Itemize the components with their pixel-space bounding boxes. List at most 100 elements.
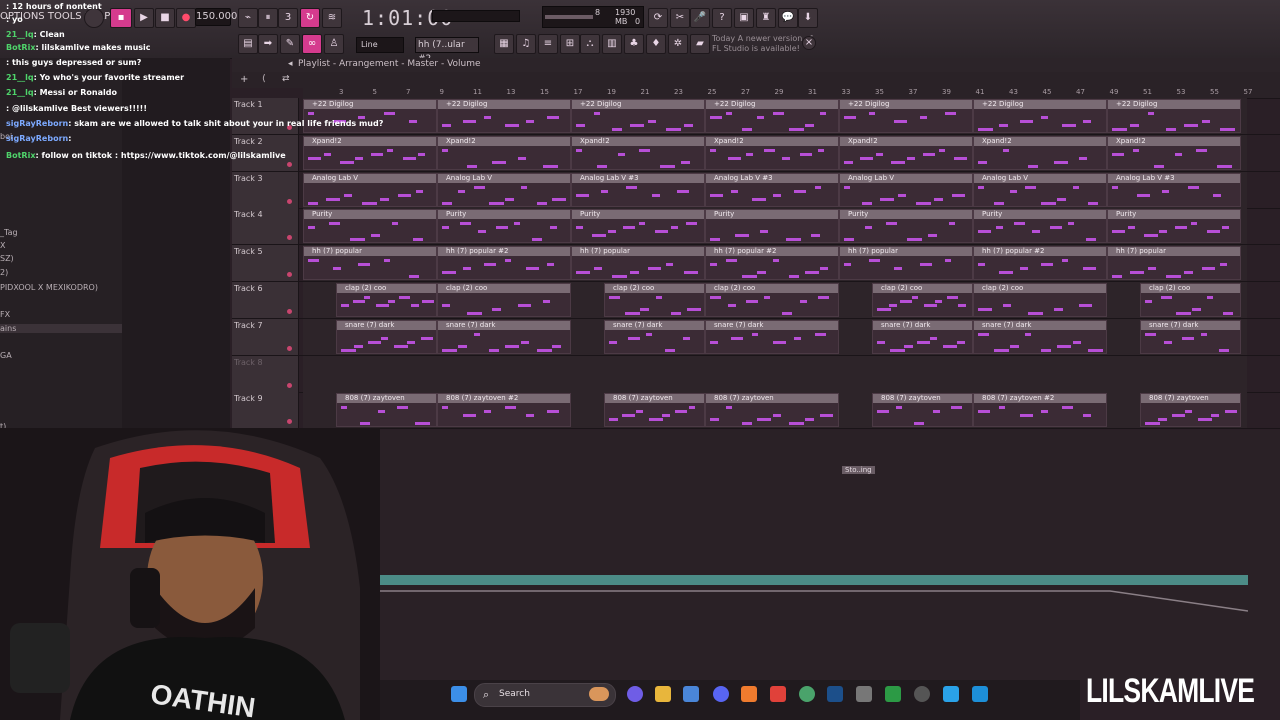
track-lane[interactable]: 808 (7) zaytoven 808 (7) zaytoven #2 808 (…	[303, 392, 1247, 429]
browser-item[interactable]: GA	[0, 351, 12, 360]
mixer-icon[interactable]: ≡	[538, 34, 558, 54]
pattern-clip[interactable]: snare (7) dark	[437, 319, 571, 354]
windows-start-icon[interactable]	[451, 686, 467, 702]
pattern-clip[interactable]: Xpand!2	[973, 135, 1107, 170]
browser-item[interactable]: 2)	[0, 268, 8, 277]
discord-icon[interactable]	[713, 686, 729, 702]
pattern-clip[interactable]: 808 (7) zaytoven #2	[973, 393, 1107, 428]
pattern-clip[interactable]: 808 (7) zaytoven	[604, 393, 705, 428]
piano-roll-icon[interactable]: ♫	[516, 34, 536, 54]
pattern-clip[interactable]: Xpand!2	[1107, 135, 1241, 170]
pattern-clip[interactable]: Purity	[303, 209, 437, 244]
tempo-tapper-icon[interactable]: ♦	[646, 34, 666, 54]
track-row[interactable]: Track 3 Analog Lab V Analog Lab V Analog La…	[232, 171, 1280, 209]
browser-item[interactable]: ains	[0, 324, 122, 333]
4k-app-icon[interactable]	[914, 686, 930, 702]
pattern-clip[interactable]: clap (2) coo	[705, 283, 839, 317]
chrome-icon[interactable]	[799, 686, 815, 702]
app-icon-green[interactable]	[885, 686, 901, 702]
track-row[interactable]: Track 6 clap (2) coo clap (2) coo clap (2) …	[232, 282, 1280, 319]
track-mute-indicator[interactable]	[287, 419, 292, 425]
bug-icon[interactable]: ✲	[668, 34, 688, 54]
pattern-clip[interactable]: 808 (7) zaytoven	[872, 393, 973, 428]
track-lane[interactable]: hh (7) popular hh (7) popular #2 hh (7) po…	[303, 245, 1247, 282]
automation-clip-bar[interactable]	[370, 575, 1248, 585]
stamp-icon[interactable]: ♙	[324, 34, 344, 54]
pattern-clip[interactable]: Purity	[1107, 209, 1241, 244]
track-row[interactable]: Track 7 snare (7) dark snare (7) dark snare…	[232, 318, 1280, 356]
steam-icon[interactable]	[827, 686, 843, 702]
track-header[interactable]: Track 6	[232, 282, 299, 318]
browser-item[interactable]: SZ)	[0, 254, 14, 263]
pattern-clip[interactable]: +22 Digilog	[839, 99, 973, 133]
track-mute-indicator[interactable]	[287, 235, 292, 241]
save-icon[interactable]: ▣	[734, 8, 754, 28]
track-lane[interactable]: snare (7) dark snare (7) dark snare (7) da…	[303, 318, 1247, 355]
browser-icon[interactable]: ⛬	[580, 34, 600, 54]
pattern-clip[interactable]: Xpand!2	[571, 135, 705, 170]
pattern-clip[interactable]: Purity	[839, 209, 973, 244]
track-lane[interactable]: Purity Purity Purity Purity Purity Purity Puri…	[303, 208, 1247, 245]
keyboard-app-icon[interactable]	[856, 686, 872, 702]
plugin-icon[interactable]: ♜	[756, 8, 776, 28]
pattern-clip[interactable]: clap (2) coo	[336, 283, 437, 317]
typing-keyboard-icon[interactable]: ▰	[690, 34, 710, 54]
track-row[interactable]: Track 9 808 (7) zaytoven 808 (7) zaytoven …	[232, 392, 1280, 430]
pattern-clip[interactable]: 808 (7) zaytoven	[336, 393, 437, 428]
track-lane[interactable]: Xpand!2 Xpand!2 Xpand!2 Xpand!2 Xpand!2 Xpand…	[303, 134, 1247, 171]
mic-icon[interactable]: 🎤	[690, 8, 710, 28]
pattern-clip[interactable]: clap (2) coo	[973, 283, 1107, 317]
pattern-clip[interactable]: +22 Digilog	[437, 99, 571, 133]
notepad-icon[interactable]	[943, 686, 959, 702]
pattern-clip[interactable]: snare (7) dark	[604, 319, 705, 354]
track-header[interactable]: Track 9	[232, 392, 299, 429]
taskbar-search[interactable]: ⌕ Search	[474, 683, 616, 707]
pattern-clip[interactable]: Xpand!2	[705, 135, 839, 170]
pattern-clip[interactable]: Analog Lab V #3	[571, 172, 705, 207]
pattern-clip[interactable]: 808 (7) zaytoven	[1140, 393, 1241, 428]
brave-icon[interactable]	[770, 686, 786, 702]
track-lane[interactable]: Analog Lab V Analog Lab V Analog Lab V #3 A…	[303, 171, 1247, 208]
browser-item[interactable]: FX	[0, 310, 10, 319]
pattern-clip[interactable]: Analog Lab V	[973, 172, 1107, 207]
pattern-clip[interactable]: snare (7) dark	[336, 319, 437, 354]
master-pitch-slider[interactable]	[432, 10, 520, 22]
track-row[interactable]: Track 4 Purity Purity Purity Purity Purity Pur…	[232, 208, 1280, 246]
pattern-selector[interactable]: hh (7..ular #2	[415, 37, 479, 64]
pattern-clip[interactable]: hh (7) popular #2	[437, 246, 571, 281]
pattern-clip[interactable]: +22 Digilog	[705, 99, 839, 133]
track-header[interactable]: Track 7	[232, 318, 299, 355]
pattern-clip[interactable]: Xpand!2	[437, 135, 571, 170]
tools-icon[interactable]: ✂	[670, 8, 690, 28]
pattern-clip[interactable]: Analog Lab V	[303, 172, 437, 207]
track-row[interactable]: Track 2 Xpand!2 Xpand!2 Xpand!2 Xpand!2 Xpand…	[232, 134, 1280, 172]
pattern-clip[interactable]: Analog Lab V	[437, 172, 571, 207]
refresh-icon[interactable]: ⟳	[648, 8, 668, 28]
track-lane[interactable]: +22 Digilog +22 Digilog +22 Digilog +22 Dig…	[303, 98, 1247, 134]
pattern-clip[interactable]: +22 Digilog	[973, 99, 1107, 133]
pattern-clip[interactable]: clap (2) coo	[604, 283, 705, 317]
track-mute-indicator[interactable]	[287, 309, 292, 314]
track-mute-indicator[interactable]	[287, 198, 292, 204]
pattern-clip[interactable]: clap (2) coo	[872, 283, 973, 317]
plugin-db-icon[interactable]: ▥	[602, 34, 622, 54]
track-lane[interactable]: clap (2) coo clap (2) coo clap (2) coo clap…	[303, 282, 1247, 318]
pattern-clip[interactable]: Purity	[973, 209, 1107, 244]
browser-item[interactable]: PIDXOOL X MEXIKODRO)	[0, 283, 98, 292]
store-icon[interactable]	[683, 686, 699, 702]
news-close-icon[interactable]: ×	[802, 36, 816, 50]
pattern-clip[interactable]: hh (7) popular	[303, 246, 437, 281]
pattern-clip[interactable]: snare (7) dark	[872, 319, 973, 354]
track-row[interactable]: Track 8	[232, 355, 1280, 393]
chat-icon[interactable]: 💬	[778, 8, 798, 28]
pattern-clip[interactable]: Purity	[437, 209, 571, 244]
fl-studio-icon[interactable]	[741, 686, 757, 702]
pattern-clip[interactable]: Analog Lab V #3	[705, 172, 839, 207]
download-icon[interactable]: ⬇	[798, 8, 818, 28]
pattern-clip[interactable]: hh (7) popular	[571, 246, 705, 281]
snap-select[interactable]: Line	[356, 37, 404, 53]
track-header[interactable]: Track 5	[232, 245, 299, 282]
track-row[interactable]: Track 5 hh (7) popular hh (7) popular #2 hh…	[232, 245, 1280, 283]
pattern-clip[interactable]: Analog Lab V	[839, 172, 973, 207]
blend-notes-icon[interactable]: ≋	[322, 8, 342, 28]
